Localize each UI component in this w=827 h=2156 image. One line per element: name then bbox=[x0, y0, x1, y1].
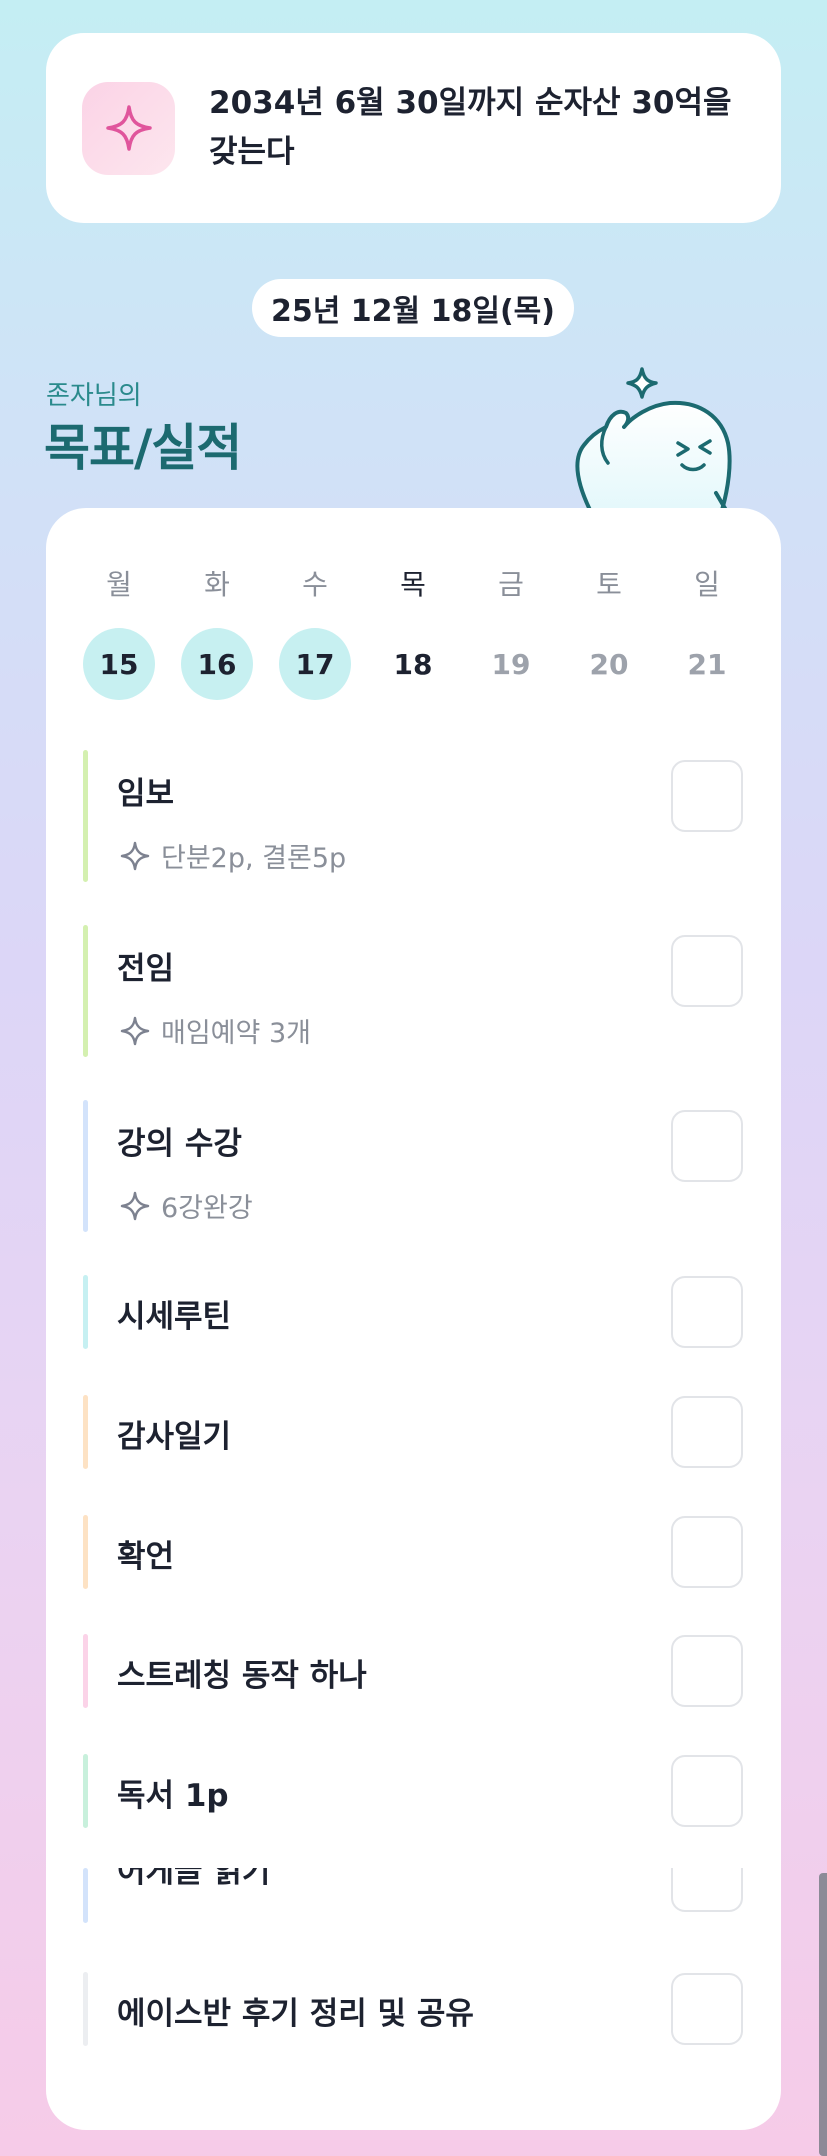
task-title: 에이스반 후기 정리 및 공유 bbox=[117, 1996, 474, 2032]
task-title: 전임 bbox=[117, 951, 175, 987]
task-subtitle-text: 단분2p, 결론5p bbox=[161, 843, 347, 874]
task-checkbox[interactable] bbox=[671, 935, 743, 1007]
task-item[interactable]: 감사일기 bbox=[83, 1395, 743, 1469]
weekday-tue: 화 bbox=[204, 568, 230, 601]
task-subtitle: 6강완강 bbox=[119, 1186, 253, 1225]
goal-card[interactable]: 2034년 6월 30일까지 순자산 30억을 갖는다 bbox=[46, 33, 781, 223]
day-19[interactable]: 19 bbox=[475, 628, 547, 700]
task-item[interactable]: 확언 bbox=[83, 1515, 743, 1589]
weekday-sat: 토 bbox=[596, 568, 622, 601]
goal-text: 2034년 6월 30일까지 순자산 30억을 갖는다 bbox=[209, 79, 732, 177]
task-subtitle-text: 매임예약 3개 bbox=[161, 1018, 311, 1049]
task-checkbox[interactable] bbox=[671, 1276, 743, 1348]
task-title: 스트레칭 동작 하나 bbox=[117, 1658, 367, 1694]
task-checkbox[interactable] bbox=[671, 1110, 743, 1182]
task-title: 독서 1p bbox=[117, 1778, 229, 1814]
task-title: 시세루틴 bbox=[117, 1299, 232, 1335]
task-color-bar bbox=[83, 1395, 88, 1469]
weekday-thu: 목 bbox=[400, 568, 426, 601]
day-20[interactable]: 20 bbox=[573, 628, 645, 700]
task-item[interactable]: 독서 1p bbox=[83, 1754, 743, 1828]
weekday-sun: 일 bbox=[694, 568, 720, 601]
task-subtitle: 단분2p, 결론5p bbox=[119, 836, 346, 875]
task-title: 확언 bbox=[117, 1539, 175, 1575]
goals-card: 월 화 수 목 금 토 일 15 16 17 18 19 20 21 임보 단분… bbox=[46, 508, 781, 2130]
task-checkbox[interactable] bbox=[671, 1868, 743, 1912]
day-16[interactable]: 16 bbox=[181, 628, 253, 700]
task-title: 감사일기 bbox=[117, 1419, 232, 1455]
weekday-fri: 금 bbox=[498, 568, 524, 601]
task-item[interactable]: 어게글 읽기 bbox=[83, 1868, 743, 1933]
section-title: 목표/실적 bbox=[44, 419, 242, 477]
task-title: 어게글 읽기 bbox=[117, 1868, 271, 1890]
sparkle-icon bbox=[120, 841, 150, 870]
task-title: 강의 수강 bbox=[117, 1126, 242, 1162]
day-21[interactable]: 21 bbox=[671, 628, 743, 700]
day-15[interactable]: 15 bbox=[83, 628, 155, 700]
weekday-wed: 수 bbox=[302, 568, 328, 601]
day-18[interactable]: 18 bbox=[377, 628, 449, 700]
task-checkbox[interactable] bbox=[671, 1516, 743, 1588]
task-item[interactable]: 시세루틴 bbox=[83, 1275, 743, 1349]
task-item[interactable]: 전임 매임예약 3개 bbox=[83, 925, 743, 1057]
mascot-illustration bbox=[575, 367, 732, 510]
task-color-bar bbox=[83, 925, 88, 1057]
goal-text-line1: 2034년 6월 30일까지 순자산 30억을 bbox=[209, 85, 732, 121]
task-item[interactable]: 스트레칭 동작 하나 bbox=[83, 1634, 743, 1708]
weekday-mon: 월 bbox=[106, 568, 132, 601]
goal-text-line2: 갖는다 bbox=[209, 134, 295, 170]
task-item[interactable]: 강의 수강 6강완강 bbox=[83, 1100, 743, 1232]
day-17[interactable]: 17 bbox=[279, 628, 351, 700]
task-color-bar bbox=[83, 1754, 88, 1828]
owner-label: 존자님의 bbox=[46, 381, 142, 411]
task-color-bar bbox=[83, 1634, 88, 1708]
scrollbar[interactable] bbox=[819, 1873, 827, 2156]
task-checkbox[interactable] bbox=[671, 1635, 743, 1707]
task-item[interactable]: 임보 단분2p, 결론5p bbox=[83, 750, 743, 882]
task-color-bar bbox=[83, 750, 88, 882]
task-color-bar bbox=[83, 1868, 88, 1923]
task-checkbox[interactable] bbox=[671, 1973, 743, 2045]
sparkle-icon bbox=[120, 1191, 150, 1220]
sparkle-icon bbox=[82, 81, 175, 175]
task-checkbox[interactable] bbox=[671, 760, 743, 832]
task-item[interactable]: 에이스반 후기 정리 및 공유 bbox=[83, 1972, 743, 2046]
task-title: 임보 bbox=[117, 776, 175, 812]
task-subtitle-text: 6강완강 bbox=[161, 1193, 253, 1224]
task-color-bar bbox=[83, 1972, 88, 2046]
task-checkbox[interactable] bbox=[671, 1755, 743, 1827]
task-color-bar bbox=[83, 1515, 88, 1589]
task-color-bar bbox=[83, 1275, 88, 1349]
date-selector[interactable]: 25년 12월 18일(목) bbox=[252, 279, 574, 337]
sparkle-icon bbox=[120, 1016, 150, 1045]
task-color-bar bbox=[83, 1100, 88, 1232]
task-checkbox[interactable] bbox=[671, 1396, 743, 1468]
task-subtitle: 매임예약 3개 bbox=[119, 1011, 311, 1050]
